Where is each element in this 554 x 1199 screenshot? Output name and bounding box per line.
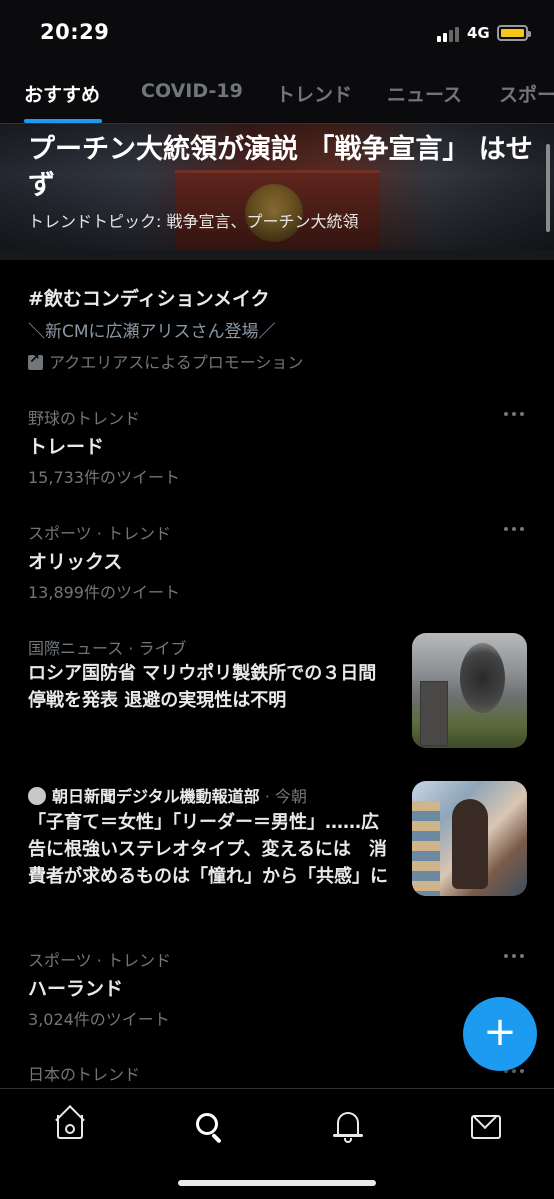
tab-sports[interactable]: スポー: [499, 80, 554, 107]
trend-title: オリックス: [28, 551, 123, 573]
hero-trend-card[interactable]: プーチン大統領が演説 「戦争宣言」 はせず トレンドトピック: 戦争宣言、プーチ…: [0, 124, 554, 250]
news-source: 朝日新聞デジタル機動報道部: [52, 787, 260, 806]
explore-tabs: おすすめ COVID-19 トレンド ニュース スポー: [0, 64, 554, 124]
trend-count: 13,899件のツイート: [28, 583, 180, 602]
more-options-icon[interactable]: [504, 527, 524, 533]
battery-fill: [501, 29, 524, 37]
news-category: 国際ニュース: [28, 639, 124, 658]
battery-icon: [497, 25, 531, 41]
smoke-photo-icon: [412, 633, 527, 748]
trend-item[interactable]: 日本のトレンド: [0, 1057, 554, 1087]
trend-meta: スポーツ · トレンド: [28, 951, 171, 970]
promoted-by-text: アクエリアスによるプロモーション: [49, 353, 304, 372]
cellular-signal-icon: [437, 26, 463, 42]
trend-meta: 日本のトレンド: [28, 1065, 141, 1084]
tab-for-you[interactable]: おすすめ: [24, 80, 100, 107]
promo-subtitle: ＼新CMに広瀬アリスさん登場／: [28, 322, 276, 342]
active-tab-indicator: [24, 119, 102, 123]
trend-meta: スポーツ · トレンド: [28, 524, 171, 543]
status-bar: 20:29 4G: [0, 0, 554, 64]
hero-title: プーチン大統領が演説 「戦争宣言」 はせず: [28, 134, 533, 201]
trend-item[interactable]: 野球のトレンド トレード 15,733件のツイート: [0, 400, 554, 500]
more-options-icon[interactable]: [504, 954, 524, 960]
hero-subtitle: トレンドトピック: 戦争宣言、プーチン大統領: [28, 212, 359, 231]
nav-messages-button[interactable]: [466, 1107, 506, 1147]
source-logo-icon: [28, 787, 46, 805]
nav-home-button[interactable]: [50, 1105, 90, 1147]
tab-trending[interactable]: トレンド: [276, 80, 352, 107]
compose-plus-icon: +: [483, 1009, 517, 1055]
network-type: 4G: [467, 24, 490, 42]
trend-title: トレード: [28, 436, 105, 458]
trend-count: 15,733件のツイート: [28, 468, 180, 487]
news-time: · 今朝: [259, 787, 307, 806]
nav-explore-button[interactable]: [189, 1107, 229, 1147]
more-options-icon[interactable]: [504, 412, 524, 418]
trend-item[interactable]: スポーツ · トレンド オリックス 13,899件のツイート: [0, 515, 554, 615]
trend-title: ハーランド: [28, 978, 124, 1000]
status-time: 20:29: [40, 20, 110, 44]
nav-notifications-button[interactable]: [328, 1107, 368, 1147]
shopping-photo-icon: [412, 781, 527, 896]
news-meta: 国際ニュース · ライブ: [28, 639, 187, 658]
section-divider: [0, 250, 554, 260]
news-item[interactable]: 朝日新聞デジタル機動報道部 · 今朝 「子育て＝女性」「リーダー＝男性」……広告…: [0, 778, 554, 928]
scroll-indicator: [546, 144, 550, 232]
promoted-trend[interactable]: #飲むコンディションメイク ＼新CMに広瀬アリスさん登場／ アクエリアスによるプ…: [0, 260, 554, 380]
trend-count: 3,024件のツイート: [28, 1010, 170, 1029]
promoted-arrow-icon: [28, 352, 43, 370]
news-status: ライブ: [138, 639, 187, 658]
tab-news[interactable]: ニュース: [387, 80, 462, 107]
news-title: ロシア国防省 マリウポリ製鉄所での３日間停戦を発表 退避の実現性は不明: [28, 663, 377, 711]
news-item[interactable]: 国際ニュース · ライブ ロシア国防省 マリウポリ製鉄所での３日間停戦を発表 退…: [0, 630, 554, 760]
promo-title: #飲むコンディションメイク: [28, 288, 270, 310]
trend-meta: 野球のトレンド: [28, 409, 141, 428]
news-meta: 朝日新聞デジタル機動報道部 · 今朝: [28, 783, 307, 807]
news-title: 「子育て＝女性」「リーダー＝男性」……広告に根強いステレオタイプ、変えるには 消…: [28, 812, 388, 887]
compose-button[interactable]: +: [463, 997, 537, 1071]
tab-covid-19[interactable]: COVID-19: [141, 80, 243, 102]
promoted-label: アクエリアスによるプロモーション: [28, 349, 303, 373]
home-indicator[interactable]: [178, 1180, 376, 1186]
